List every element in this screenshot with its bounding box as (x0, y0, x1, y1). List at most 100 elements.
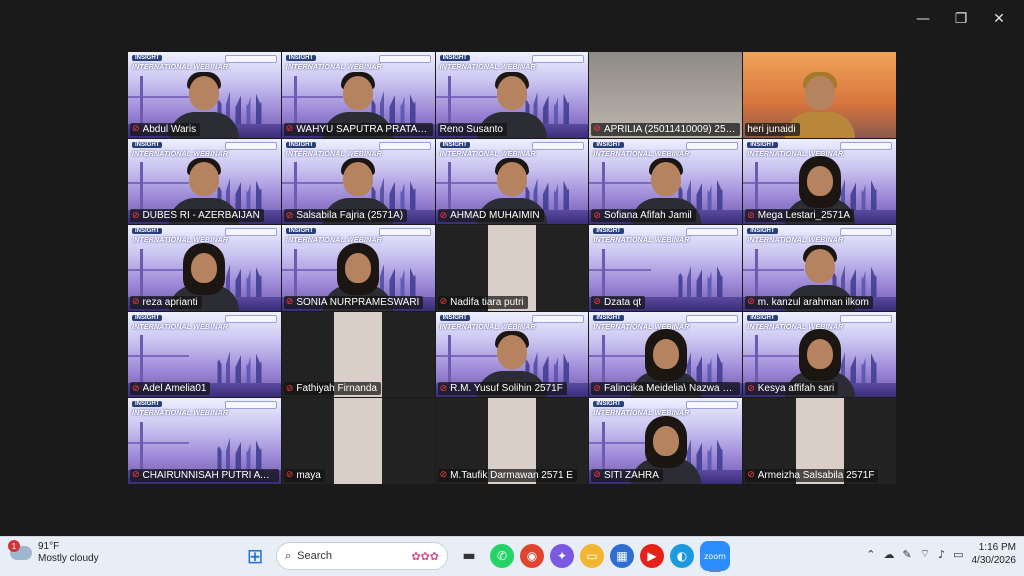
mic-muted-icon: ⊘ (593, 210, 601, 221)
banner-info-box (532, 314, 585, 323)
close-icon[interactable]: ✕ (980, 8, 1018, 30)
participant-name: Salsabila Fajria (2571A) (296, 210, 404, 222)
mic-muted-icon: ⊘ (439, 470, 448, 481)
mic-muted-icon: ⊘ (593, 470, 601, 481)
skyline-graphic (673, 260, 743, 301)
banner-org: INSIGHT (132, 141, 163, 148)
participant-tile[interactable]: INSIGHT INTERNATIONAL WEBINAR ⊘ CHAIRUNNISA… (128, 398, 281, 484)
participant-name-label: Reno Susanto (437, 122, 507, 136)
minimize-icon[interactable]: — (904, 8, 942, 30)
chrome-icon[interactable]: ◉ (520, 544, 544, 568)
participant-tile[interactable]: INSIGHT INTERNATIONAL WEBINAR ⊘ Adel Amelia… (128, 311, 281, 398)
banner-info-box (532, 141, 585, 150)
participant-tile[interactable]: ⊘ Armeizha Salsabila 2571F (743, 398, 896, 484)
mic-muted-icon: ⊘ (285, 297, 294, 308)
cloud-sync-icon[interactable]: ☁ (884, 548, 895, 561)
participant-tile[interactable]: INSIGHT INTERNATIONAL WEBINAR Reno Susanto (435, 52, 589, 138)
participant-name: CHAIRUNNISAH PUTRI AYU ... (142, 469, 275, 481)
participant-tile[interactable]: ⊘ Nadifa tiara putri (435, 225, 589, 311)
participant-tile[interactable]: INSIGHT INTERNATIONAL WEBINAR ⊘ Falincika M… (589, 311, 743, 398)
participant-name: M.Taufik Darmawan 2571 E (450, 469, 573, 481)
mic-muted-icon: ⊘ (285, 124, 294, 135)
participant-tile[interactable]: INSIGHT INTERNATIONAL WEBINAR ⊘ SITI ZAHRA (589, 398, 743, 484)
wifi-icon[interactable]: ⌔ (920, 547, 930, 561)
banner-org: INSIGHT (593, 314, 624, 321)
mic-muted-icon: ⊘ (285, 210, 294, 221)
weather-desc: Mostly cloudy (38, 553, 99, 564)
participant-name-label: ⊘ APRILIA (25011410009) 2571A (591, 122, 741, 136)
participant-name: Abdul Waris (142, 123, 197, 135)
participant-name-label: ⊘ maya (283, 468, 325, 482)
battery-icon[interactable]: ▭ (953, 548, 963, 561)
volume-icon[interactable]: ♪ (938, 548, 945, 561)
participant-name-label: ⊘ Adel Amelia01 (130, 382, 211, 396)
mic-muted-icon: ⊘ (132, 210, 140, 221)
banner-org: INSIGHT (439, 314, 470, 321)
participant-name: WAHYU SAPUTRA PRATAMA... (296, 123, 429, 135)
file-explorer-icon[interactable]: ▭ (580, 544, 604, 568)
task-view-icon[interactable]: ▬ (454, 541, 484, 571)
participant-tile[interactable]: ⊘ maya (281, 398, 435, 484)
banner-org: INSIGHT (285, 141, 317, 148)
whatsapp-icon[interactable]: ✆ (490, 544, 514, 568)
clock[interactable]: 1:16 PM 4/30/2026 (972, 541, 1017, 567)
participant-name: Kesya affifah sari (757, 383, 835, 395)
clock-date: 4/30/2026 (971, 555, 1017, 566)
participant-tile[interactable]: ⊘ Fathiyah Firnanda (281, 311, 435, 398)
participant-tile[interactable]: INSIGHT INTERNATIONAL WEBINAR ⊘ Abdul Waris (128, 52, 281, 138)
banner-info-box (686, 401, 739, 410)
participant-name-label: ⊘ Falincika Meidelia\ Nazwa N... (591, 382, 741, 396)
mic-muted-icon: ⊘ (132, 297, 140, 308)
mic-muted-icon: ⊘ (747, 383, 755, 394)
edge-icon[interactable]: ◐ (670, 544, 694, 568)
youtube-icon[interactable]: ▶ (640, 544, 664, 568)
mic-muted-icon: ⊘ (593, 383, 601, 394)
participant-name: maya (296, 469, 321, 481)
restore-icon[interactable]: ❐ (942, 8, 980, 30)
participant-tile[interactable]: INSIGHT INTERNATIONAL WEBINAR ⊘ Kesya affif… (743, 311, 896, 398)
store-icon[interactable]: ▦ (610, 544, 634, 568)
participant-tile[interactable]: INSIGHT INTERNATIONAL WEBINAR ⊘ m. kanzul a… (743, 225, 896, 311)
participant-tile[interactable]: INSIGHT INTERNATIONAL WEBINAR ⊘ DUBES RI - … (128, 138, 281, 225)
pen-icon[interactable]: ✎ (903, 548, 912, 561)
banner-info-box (686, 228, 739, 237)
participant-tile[interactable]: heri junaidi (743, 52, 896, 138)
participant-photo (334, 398, 383, 484)
participant-tile[interactable]: INSIGHT INTERNATIONAL WEBINAR ⊘ WAHYU SAPUT… (281, 52, 435, 138)
participant-name-label: ⊘ WAHYU SAPUTRA PRATAMA... (283, 122, 433, 136)
participant-tile[interactable]: INSIGHT INTERNATIONAL WEBINAR ⊘ reza aprian… (128, 225, 281, 311)
zoom-icon[interactable]: zoom (700, 541, 730, 572)
mic-muted-icon: ⊘ (747, 470, 755, 481)
weather-widget[interactable]: 1 91°F Mostly cloudy (8, 540, 99, 565)
search-placeholder: Search (297, 550, 333, 562)
chevron-up-icon[interactable]: ⌃ (866, 548, 875, 561)
participant-name-label: ⊘ m. kanzul arahman ilkom (745, 295, 873, 309)
notification-badge: 1 (8, 540, 20, 552)
start-icon[interactable]: ⊞ (240, 541, 270, 571)
participant-name-label: ⊘ Dzata qt (591, 295, 646, 309)
participant-tile[interactable]: INSIGHT INTERNATIONAL WEBINAR ⊘ Mega Lestar… (743, 138, 896, 225)
window-controls: — ❐ ✕ (904, 8, 1018, 30)
flowers-icon: ✿✿✿ (411, 549, 439, 563)
skyline-graphic (212, 433, 281, 474)
mic-muted-icon: ⊘ (285, 383, 294, 394)
banner-org: INSIGHT (439, 141, 470, 148)
participant-tile[interactable]: INSIGHT INTERNATIONAL WEBINAR ⊘ AHMAD MUHAI… (435, 138, 589, 225)
participant-tile[interactable]: ⊘ APRILIA (25011410009) 2571A (589, 52, 743, 138)
participant-tile[interactable]: ⊘ M.Taufik Darmawan 2571 E (435, 398, 589, 484)
participant-name-label: ⊘ M.Taufik Darmawan 2571 E (437, 468, 577, 482)
banner-title: INTERNATIONAL WEBINAR (593, 237, 690, 245)
participant-name: SITI ZAHRA (603, 469, 659, 481)
participant-tile[interactable]: INSIGHT INTERNATIONAL WEBINAR ⊘ SONIA NURPR… (281, 225, 435, 311)
participant-tile[interactable]: INSIGHT INTERNATIONAL WEBINAR ⊘ R.M. Yusuf … (435, 311, 589, 398)
participant-tile[interactable]: INSIGHT INTERNATIONAL WEBINAR ⊘ Dzata qt (589, 225, 743, 311)
taskbar-apps: ⊞ ⌕ Search ✿✿✿ ▬ ✆ ◉ ✦ ▭ ▦ ▶ ◐ zoom (240, 541, 730, 572)
participant-name: Reno Susanto (439, 123, 503, 135)
participant-tile[interactable]: INSIGHT INTERNATIONAL WEBINAR ⊘ Salsabila F… (281, 138, 435, 225)
search-box[interactable]: ⌕ Search ✿✿✿ (276, 542, 448, 570)
participant-name: Nadifa tiara putri (450, 296, 524, 308)
participant-tile[interactable]: INSIGHT INTERNATIONAL WEBINAR ⊘ Sofiana Afi… (589, 138, 743, 225)
skyline-graphic (212, 347, 281, 388)
banner-org: INSIGHT (285, 228, 317, 235)
copilot-icon[interactable]: ✦ (550, 544, 574, 568)
